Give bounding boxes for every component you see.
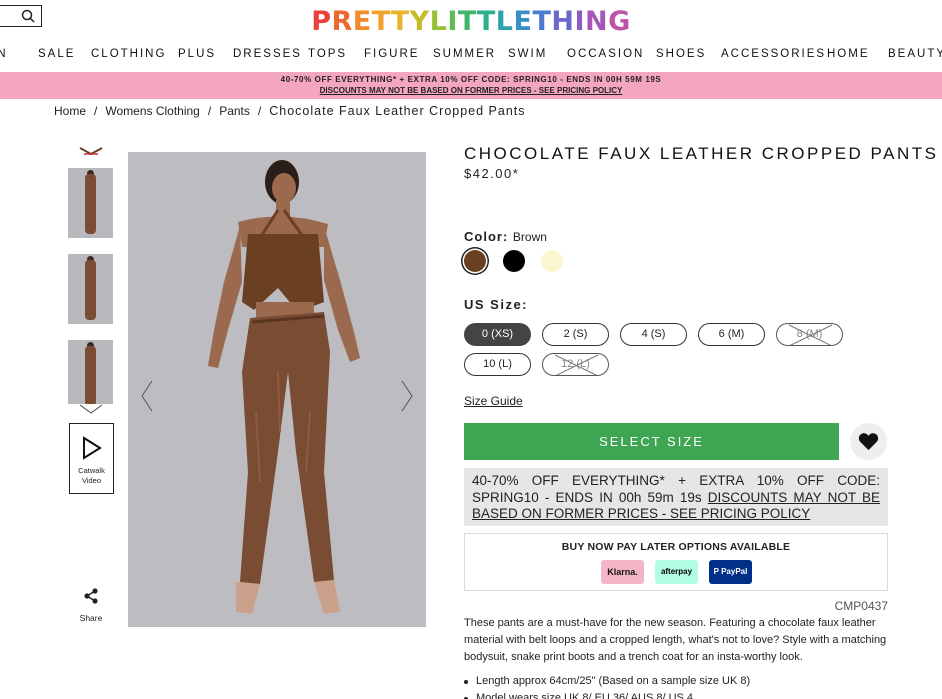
nav-item-occasion[interactable]: OCCASION (567, 48, 644, 60)
color-label: Color: (464, 229, 509, 244)
heart-icon (858, 433, 879, 451)
logo-letter: G (608, 6, 631, 37)
select-size-button[interactable]: SELECT SIZE (464, 423, 839, 460)
breadcrumb: Home / Womens Clothing / Pants / Chocolate Fau… (54, 104, 526, 118)
chevron-down-icon[interactable] (79, 404, 103, 414)
logo-letter: E (352, 6, 372, 37)
color-swatch-black[interactable] (503, 250, 525, 272)
nav-item-plus[interactable]: PLUS (178, 48, 216, 60)
logo-letter: R (331, 6, 353, 37)
product-description: These pants are a must-have for the new … (464, 617, 887, 663)
nav-item-swim[interactable]: SWIM (508, 48, 547, 60)
breadcrumb-current: Chocolate Faux Leather Cropped Pants (269, 104, 526, 118)
main-product-image[interactable] (128, 152, 426, 627)
nav-item-tops[interactable]: TOPS (308, 48, 347, 60)
video-label: Video (81, 476, 102, 485)
logo-letter: Y (409, 6, 430, 37)
unavailable-cross-icon (788, 324, 833, 345)
previous-image-arrow-icon[interactable] (140, 380, 154, 412)
color-swatch-brown[interactable] (464, 250, 486, 272)
nav-item-sale[interactable]: SALE (38, 48, 75, 60)
logo-letter: T (532, 6, 552, 37)
thumbnail-scroll-up-icon[interactable] (78, 140, 104, 158)
size-option[interactable]: 8 (M) (776, 323, 843, 346)
klarna-logo: Klarna. (601, 560, 644, 584)
size-option-label: 0 (XS) (481, 328, 514, 340)
thumbnail-1[interactable] (68, 168, 113, 238)
wishlist-button[interactable] (850, 423, 887, 460)
logo-letter: T (390, 6, 410, 37)
site-logo[interactable]: PRETTYLITTLETHING (0, 6, 942, 37)
size-option-label: 2 (S) (563, 328, 588, 340)
size-option[interactable]: 10 (L) (464, 353, 531, 376)
thumbnail-2[interactable] (68, 254, 113, 324)
detail-model-size: Model wears size UK 8/ EU 36/ AUS 8/ US … (464, 690, 888, 699)
logo-letter: T (457, 6, 477, 37)
breadcrumb-separator: / (257, 104, 262, 118)
promo-banner[interactable]: 40-70% OFF EVERYTHING* + EXTRA 10% OFF C… (0, 72, 942, 99)
promo-info-box: 40-70% OFF EVERYTHING* + EXTRA 10% OFF C… (464, 468, 888, 526)
logo-letter: I (447, 6, 458, 37)
breadcrumb-womens-clothing[interactable]: Womens Clothing (105, 104, 200, 118)
size-option[interactable]: 0 (XS) (464, 323, 531, 346)
logo-letter: I (574, 6, 586, 37)
model-photo (128, 152, 426, 627)
product-title: CHOCOLATE FAUX LEATHER CROPPED PANTS (464, 144, 939, 163)
logo-letter: T (476, 6, 496, 37)
size-option-label: 4 (S) (641, 328, 666, 340)
promo-banner-line1: 40-70% OFF EVERYTHING* + EXTRA 10% OFF C… (280, 75, 662, 84)
breadcrumb-separator: / (207, 104, 212, 118)
logo-letter: L (495, 6, 514, 37)
bnpl-box: BUY NOW PAY LATER OPTIONS AVAILABLE Klar… (464, 533, 888, 591)
share-icon (84, 588, 98, 604)
size-option[interactable]: 6 (M) (698, 323, 765, 346)
bnpl-label: BUY NOW PAY LATER OPTIONS AVAILABLE (561, 541, 791, 553)
main-nav: IN SALE CLOTHING PLUS DRESSES TOPS FIGURE SUMME… (0, 48, 942, 64)
share-label: Share (79, 613, 103, 623)
size-option[interactable]: 2 (S) (542, 323, 609, 346)
catwalk-video-button[interactable]: Catwalk Video (69, 423, 114, 494)
breadcrumb-home[interactable]: Home (54, 104, 86, 118)
unavailable-cross-icon (554, 354, 599, 375)
nav-item-figure[interactable]: FIGURE (364, 48, 419, 60)
size-label: US Size: (464, 297, 529, 312)
size-option-label: 6 (M) (718, 328, 745, 340)
logo-letter: T (371, 6, 391, 37)
nav-item-in[interactable]: IN (0, 48, 8, 60)
product-details-list: Length approx 64cm/25" (Based on a sampl… (464, 673, 888, 699)
share-button[interactable]: Share (75, 588, 107, 623)
logo-letter: L (429, 6, 448, 37)
promo-banner-line2[interactable]: DISCOUNTS MAY NOT BE BASED ON FORMER PRI… (0, 85, 942, 96)
size-guide-link[interactable]: Size Guide (464, 394, 523, 408)
color-swatch-cream[interactable] (541, 250, 563, 272)
logo-letter: E (513, 6, 533, 37)
color-selector-label: Color: Brown (464, 229, 547, 244)
size-option[interactable]: 4 (S) (620, 323, 687, 346)
nav-item-clothing[interactable]: CLOTHING (91, 48, 166, 60)
logo-letter: H (551, 6, 575, 37)
size-option-label: 10 (L) (483, 358, 512, 370)
thumbnail-3[interactable] (68, 340, 113, 404)
size-option[interactable]: 12 (L) (542, 353, 609, 376)
nav-item-summer[interactable]: SUMMER (433, 48, 496, 60)
logo-letter: P (311, 6, 332, 37)
catwalk-label: Catwalk (78, 466, 105, 475)
nav-item-accessories[interactable]: ACCESSORIES (721, 48, 826, 60)
paypal-logo: P PayPal (709, 560, 752, 584)
product-price: $42.00* (464, 166, 520, 181)
afterpay-logo: afterpay (655, 560, 698, 584)
nav-item-shoes[interactable]: SHOES (656, 48, 706, 60)
nav-item-home[interactable]: HOME (827, 48, 870, 60)
next-image-arrow-icon[interactable] (400, 380, 414, 412)
detail-length: Length approx 64cm/25" (Based on a sampl… (464, 673, 888, 690)
play-icon (82, 436, 102, 460)
color-value: Brown (512, 230, 547, 244)
nav-item-beauty[interactable]: BEAUTY (888, 48, 942, 60)
breadcrumb-pants[interactable]: Pants (219, 104, 250, 118)
nav-item-dresses[interactable]: DRESSES (233, 48, 302, 60)
product-sku: CMP0437 (834, 599, 888, 613)
breadcrumb-separator: / (94, 104, 98, 118)
logo-letter: N (585, 6, 609, 37)
